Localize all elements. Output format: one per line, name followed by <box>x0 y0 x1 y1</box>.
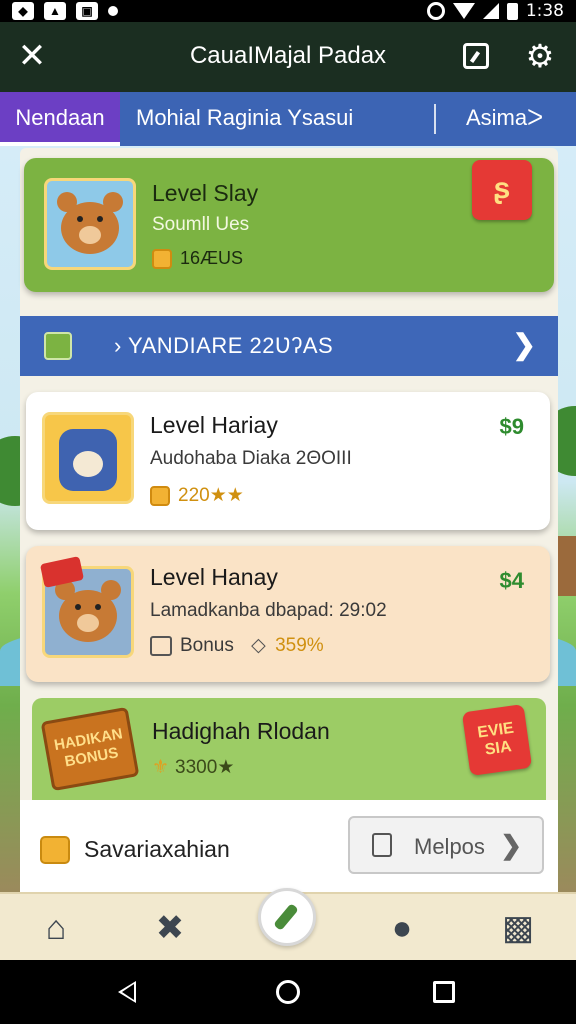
chat-icon: ▩ <box>501 909 535 947</box>
edit-button[interactable] <box>460 40 492 72</box>
notification-icon: ◆ <box>12 2 34 20</box>
bonus-value: 359% <box>275 635 324 656</box>
chevron-right-icon: ❯ <box>512 329 536 360</box>
offer-badge[interactable]: ʂ <box>472 160 532 220</box>
notification-icon: ▲ <box>44 2 66 20</box>
level-card-2[interactable]: Level Hariay Audohaba Diaka 2ΘOIII 220★★… <box>26 392 550 530</box>
home-circle-icon[interactable] <box>276 980 300 1004</box>
card-meta: ⚜ 3300★ <box>152 757 235 778</box>
offer-badge[interactable]: EVIE SIA <box>461 703 533 777</box>
section-title: › YANDIARE 22ƲʔAS <box>114 333 334 358</box>
back-icon[interactable] <box>118 981 136 1003</box>
bonus-label: Bonus <box>180 635 234 656</box>
tab-mohial[interactable]: Mohial Raginia Ysasui <box>136 92 353 146</box>
level-card-3[interactable]: Level Hanay Lamadkanba dbapad: 29:02 Bon… <box>26 546 550 682</box>
card-title: Level Slay <box>152 180 259 206</box>
app-header: ✕ CauaIΜajal Padax ⚙ <box>0 22 576 92</box>
nav-home[interactable]: ⌂ <box>36 908 76 948</box>
bear-icon <box>57 192 123 254</box>
nav-chat[interactable]: ▩ <box>498 908 538 948</box>
signal-icon <box>482 3 499 19</box>
card-meta: Bonus ◇ 359% <box>150 634 324 657</box>
tab-divider <box>434 104 436 134</box>
tools-icon: ✖ <box>155 909 185 947</box>
bear-icon <box>55 580 121 642</box>
chevron-right-icon: ❯ <box>500 830 522 860</box>
help-button[interactable]: Melpos ❯ <box>348 816 544 874</box>
dice-icon <box>150 635 172 656</box>
status-time: 1:38 <box>525 1 564 21</box>
system-icons: 1:38 <box>426 1 564 21</box>
home-icon: ⌂ <box>45 909 67 947</box>
card-meta: 220★★ <box>150 484 244 507</box>
gift-icon <box>44 332 72 360</box>
bear-thumbnail <box>44 178 136 270</box>
ticket-icon: ⚜ <box>152 757 170 778</box>
card-title: Level Hanay <box>150 564 278 590</box>
notification-icons: ◆ ▲ ▣ <box>12 2 118 20</box>
bonus-card[interactable]: HADIKAN BONUS Hadighah Rlodan ⚜ 3300★ EVI… <box>32 698 546 800</box>
card-title: Level Hariay <box>150 412 278 438</box>
price-label: $9 <box>499 414 524 439</box>
clipboard-icon <box>372 833 392 857</box>
backpack-thumbnail <box>42 412 134 504</box>
tab-nendaan[interactable]: Nendaan <box>0 92 120 146</box>
nav-bag[interactable]: ● <box>382 908 422 948</box>
bottom-nav: ⌂ ✖ ● ▩ <box>0 888 576 960</box>
coin-icon <box>152 249 172 270</box>
alarm-icon <box>426 2 445 20</box>
saver-label: Savariaxahian <box>84 836 230 862</box>
wallet-icon <box>40 836 70 864</box>
bag-icon: ● <box>391 909 413 947</box>
tab-bar: Nendaan Mohial Raginia Ysasui Asimaᐳ <box>0 92 576 146</box>
battery-icon <box>506 2 518 20</box>
section-header[interactable]: › YANDIARE 22ƲʔAS ❯ <box>20 316 558 376</box>
card-subtitle: Soumll Ues <box>152 214 250 235</box>
nav-tools[interactable]: ✖ <box>150 908 190 948</box>
card-subtitle: Lamadkanba dbapad: 29:02 <box>150 600 387 621</box>
saver-row: Savariaxahian Melpos ❯ <box>20 800 558 892</box>
card-meta: 16ÆUS <box>152 248 243 270</box>
price-label: $4 <box>499 568 524 593</box>
notification-icon: ▣ <box>76 2 98 20</box>
brush-icon <box>273 903 299 931</box>
coin-icon <box>150 485 170 506</box>
system-nav-bar <box>0 960 576 1024</box>
notification-dot-icon <box>108 6 118 16</box>
help-label: Melpos <box>414 834 485 859</box>
tab-asimax[interactable]: Asimaᐳ <box>466 92 543 146</box>
card-subtitle: Audohaba Diaka 2ΘOIII <box>150 448 352 469</box>
card-title: Hadighah Rlodan <box>152 718 330 744</box>
bonus-sign-image: HADIKAN BONUS <box>40 706 140 792</box>
settings-button[interactable]: ⚙ <box>524 40 556 72</box>
gem-icon: ◇ <box>251 635 266 656</box>
gear-icon: ⚙ <box>525 38 555 74</box>
wifi-icon <box>452 3 475 19</box>
nav-center-button[interactable] <box>258 888 316 946</box>
level-card-1[interactable]: Level Slay Soumll Ues 16ÆUS ʂ <box>24 158 554 292</box>
status-bar: ◆ ▲ ▣ 1:38 <box>0 0 576 22</box>
recents-icon[interactable] <box>433 981 455 1003</box>
edit-icon <box>463 43 489 69</box>
backpack-icon <box>59 429 117 491</box>
